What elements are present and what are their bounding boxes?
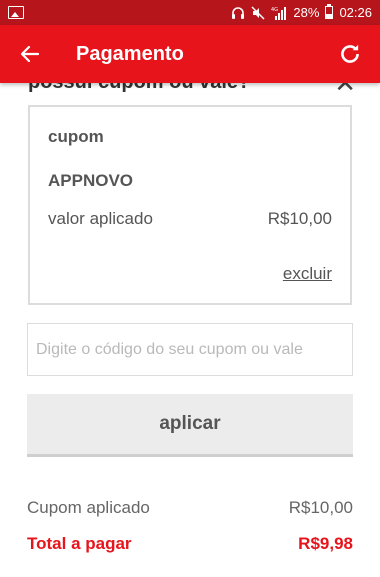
coupon-applied-row: Cupom aplicado R$10,00 bbox=[27, 498, 353, 518]
signal-icon: 4G bbox=[271, 6, 287, 20]
coupon-applied-label: Cupom aplicado bbox=[27, 498, 150, 517]
apply-button[interactable]: aplicar bbox=[27, 394, 353, 457]
close-icon[interactable]: ✕ bbox=[334, 83, 356, 96]
clock: 02:26 bbox=[339, 5, 372, 20]
headphones-icon bbox=[232, 6, 245, 19]
coupon-label: cupom bbox=[48, 127, 104, 146]
applied-value-amount: R$10,00 bbox=[267, 209, 332, 228]
image-icon bbox=[8, 6, 24, 19]
coupon-code-input[interactable] bbox=[27, 323, 353, 376]
coupon-section-header: possui cupom ou vale? bbox=[28, 83, 358, 95]
applied-value-label: valor aplicado bbox=[48, 209, 153, 228]
applied-coupon-card: cupom APPNOVO valor aplicado R$10,00 exc… bbox=[28, 105, 352, 305]
total-label: Total a pagar bbox=[27, 534, 132, 553]
refresh-button[interactable] bbox=[320, 25, 380, 83]
total-row: Total a pagar R$9,98 bbox=[27, 534, 353, 554]
status-left bbox=[8, 6, 24, 19]
svg-text:4G: 4G bbox=[271, 7, 278, 13]
back-button[interactable] bbox=[0, 25, 60, 83]
coupon-code: APPNOVO bbox=[48, 171, 134, 190]
app-bar: Pagamento bbox=[0, 25, 380, 83]
battery-percent: 28% bbox=[293, 5, 320, 20]
page-title: Pagamento bbox=[76, 42, 184, 65]
mute-icon bbox=[251, 5, 265, 20]
total-value: R$9,98 bbox=[298, 534, 353, 553]
coupon-applied-value: R$10,00 bbox=[288, 498, 353, 517]
remove-coupon-link[interactable]: excluir bbox=[283, 264, 332, 284]
status-right: 4G 28% 02:26 bbox=[231, 4, 372, 20]
refresh-icon bbox=[341, 44, 359, 63]
arrow-left-icon bbox=[20, 45, 40, 63]
status-bar: 4G 28% 02:26 bbox=[0, 0, 380, 25]
applied-value-row: valor aplicado R$10,00 bbox=[48, 209, 332, 229]
battery-icon bbox=[325, 4, 334, 19]
payment-content: possui cupom ou vale? ✕ cupom APPNOVO va… bbox=[0, 83, 380, 577]
